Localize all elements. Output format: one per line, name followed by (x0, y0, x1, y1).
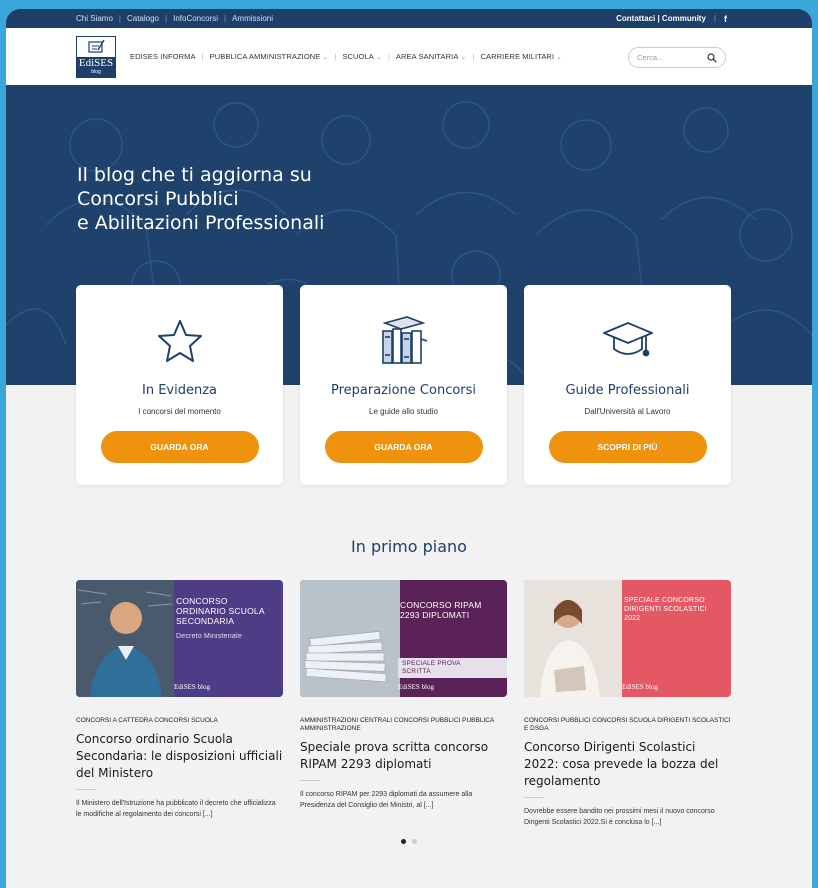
nav-label: AREA SANITARIA (395, 52, 459, 61)
nav-carriere-militari[interactable]: CARRIERE MILITARI ⌄ (480, 52, 562, 61)
card-guide-professionali: Guide Professionali Dall'Università al L… (524, 285, 731, 485)
thumbnail-subtitle: Decreto Ministeriale (176, 633, 242, 640)
post-title[interactable]: Concorso Dirigenti Scolastici 2022: cosa… (524, 739, 731, 790)
logo-emblem (77, 36, 115, 57)
separator: | (201, 52, 204, 61)
card-subtitle: I concorsi del momento (138, 407, 221, 416)
separator: | (713, 14, 716, 23)
graduation-cap-icon (602, 311, 654, 371)
post-category[interactable]: AMMINISTRAZIONI CENTRALI CONCORSI PUBBLI… (300, 717, 507, 733)
search-icon[interactable] (707, 52, 717, 63)
post-excerpt: Il Ministero dell'Istruzione ha pubblica… (76, 800, 276, 818)
guarda-ora-button[interactable]: GUARDA ORA (100, 431, 259, 463)
top-links: Chi Siamo | Catalogo | InfoConcorsi | Am… (76, 14, 273, 23)
hero-line-1: Il blog che ti aggiorna su (77, 164, 312, 186)
divider (76, 789, 96, 790)
thumbnail-brand: EdiSES blog (622, 683, 658, 691)
feature-cards: In Evidenza I concorsi del momento GUARD… (76, 285, 731, 485)
thumbnail-title: SPECIALE CONCORSO DIRIGENTI SCOLASTICI 2… (624, 597, 707, 622)
guarda-ora-button[interactable]: GUARDA ORA (324, 431, 483, 463)
divider (524, 797, 544, 798)
card-preparazione-concorsi: Preparazione Concorsi Le guide allo stud… (300, 285, 507, 485)
top-right: Contattaci | Community | f (616, 14, 727, 24)
card-title: In Evidenza (141, 383, 217, 398)
hero-line-3: e Abilitazioni Professionali (77, 212, 325, 234)
thumbnail-brand: EdiSES blog (398, 683, 434, 691)
logo-name: EdiSES (78, 56, 114, 69)
thumbnail-brand: EdiSES blog (174, 683, 210, 691)
scopri-di-piu-button[interactable]: SCOPRI DI PIÙ (548, 431, 707, 463)
post-excerpt: Dovrebbe essere bandito nei prossimi mes… (524, 808, 715, 826)
top-link-infoconcorsi[interactable]: InfoConcorsi (173, 14, 218, 23)
separator: | (472, 52, 475, 61)
nav-label: EDISES INFORMA (130, 52, 196, 61)
chevron-down-icon: ⌄ (322, 53, 329, 61)
top-link-ammissioni[interactable]: Ammissioni (232, 14, 273, 23)
nav-scuola[interactable]: SCUOLA ⌄ (342, 52, 381, 61)
separator: | (224, 14, 227, 23)
post-category[interactable]: CONCORSI A CATTEDRA CONCORSI SCUOLA (76, 717, 283, 725)
thumbnail-subtitle: SPECIALE PROVA SCRITTA (402, 660, 461, 675)
thumbnail-photo (300, 580, 400, 697)
search-input[interactable]: Cerca... (628, 47, 726, 68)
section-title: In primo piano (351, 537, 467, 556)
top-bar: Chi Siamo | Catalogo | InfoConcorsi | Am… (6, 9, 812, 28)
thumbnail-title: CONCORSO ORDINARIO SCUOLA SECONDARIA (176, 596, 265, 626)
hero-title: Il blog che ti aggiorna su Concorsi Pubb… (77, 163, 324, 235)
search-placeholder: Cerca... (637, 53, 664, 62)
slider-dot-1[interactable] (401, 839, 406, 844)
thumbnail-photo (76, 580, 174, 697)
separator: | (165, 14, 168, 23)
post-title[interactable]: Speciale prova scritta concorso RIPAM 22… (300, 739, 507, 773)
nav-area-sanitaria[interactable]: AREA SANITARIA ⌄ (396, 52, 467, 61)
nav-pubblica-amministrazione[interactable]: PUBBLICA AMMINISTRAZIONE ⌄ (210, 52, 329, 61)
card-subtitle: Dall'Università al Lavoro (584, 407, 671, 416)
chevron-down-icon: ⌄ (556, 53, 563, 61)
slider-dot-2[interactable] (412, 839, 417, 844)
post-thumbnail[interactable]: CONCORSO RIPAM 2293 DIPLOMATI SPECIALE P… (300, 580, 507, 697)
thumbnail-banner: SPECIALE PROVA SCRITTA (398, 658, 507, 678)
books-icon (377, 311, 431, 371)
post-card[interactable]: CONCORSO ORDINARIO SCUOLA SECONDARIA Dec… (76, 580, 283, 828)
browser-page: Chi Siamo | Catalogo | InfoConcorsi | Am… (6, 9, 812, 888)
slider-pagination (6, 839, 812, 844)
divider (300, 780, 320, 781)
star-icon (157, 311, 203, 371)
thumbnail-title: CONCORSO RIPAM 2293 DIPLOMATI (400, 600, 482, 620)
chevron-down-icon: ⌄ (460, 53, 467, 61)
card-subtitle: Le guide allo studio (369, 407, 438, 416)
nav-label: CARRIERE MILITARI (480, 52, 555, 61)
nav-edises-informa[interactable]: EDISES INFORMA (130, 52, 196, 61)
post-title[interactable]: Concorso ordinario Scuola Secondaria: le… (76, 731, 283, 782)
separator: | (118, 14, 121, 23)
hero-line-2: Concorsi Pubblici (77, 188, 239, 210)
facebook-icon[interactable]: f (724, 14, 727, 24)
post-thumbnail[interactable]: SPECIALE CONCORSO DIRIGENTI SCOLASTICI 2… (524, 580, 731, 697)
post-thumbnail[interactable]: CONCORSO ORDINARIO SCUOLA SECONDARIA Dec… (76, 580, 283, 697)
card-in-evidenza: In Evidenza I concorsi del momento GUARD… (76, 285, 283, 485)
post-category[interactable]: CONCORSI PUBBLICI CONCORSI SCUOLA DIRIGE… (524, 717, 731, 733)
main-nav: EDISES INFORMA | PUBBLICA AMMINISTRAZION… (130, 52, 562, 61)
post-excerpt: Il concorso RIPAM per 2293 diplomati da … (300, 791, 473, 809)
featured-posts: CONCORSO ORDINARIO SCUOLA SECONDARIA Dec… (76, 580, 731, 828)
nav-label: SCUOLA (342, 52, 374, 61)
post-card[interactable]: SPECIALE CONCORSO DIRIGENTI SCOLASTICI 2… (524, 580, 731, 828)
card-title: Preparazione Concorsi (330, 383, 477, 398)
separator: | (334, 52, 337, 61)
post-card[interactable]: CONCORSO RIPAM 2293 DIPLOMATI SPECIALE P… (300, 580, 507, 828)
contact-community-link[interactable]: Contattaci | Community (616, 14, 706, 23)
separator: | (387, 52, 390, 61)
card-title: Guide Professionali (565, 383, 690, 398)
logo-sub: blog (91, 68, 101, 75)
edises-logo[interactable]: EdiSES blog (76, 35, 116, 78)
chevron-down-icon: ⌄ (375, 53, 382, 61)
top-link-chi-siamo[interactable]: Chi Siamo (76, 14, 113, 23)
nav-label: PUBBLICA AMMINISTRAZIONE (209, 52, 321, 61)
top-link-catalogo[interactable]: Catalogo (127, 14, 159, 23)
thumbnail-photo (524, 580, 622, 697)
